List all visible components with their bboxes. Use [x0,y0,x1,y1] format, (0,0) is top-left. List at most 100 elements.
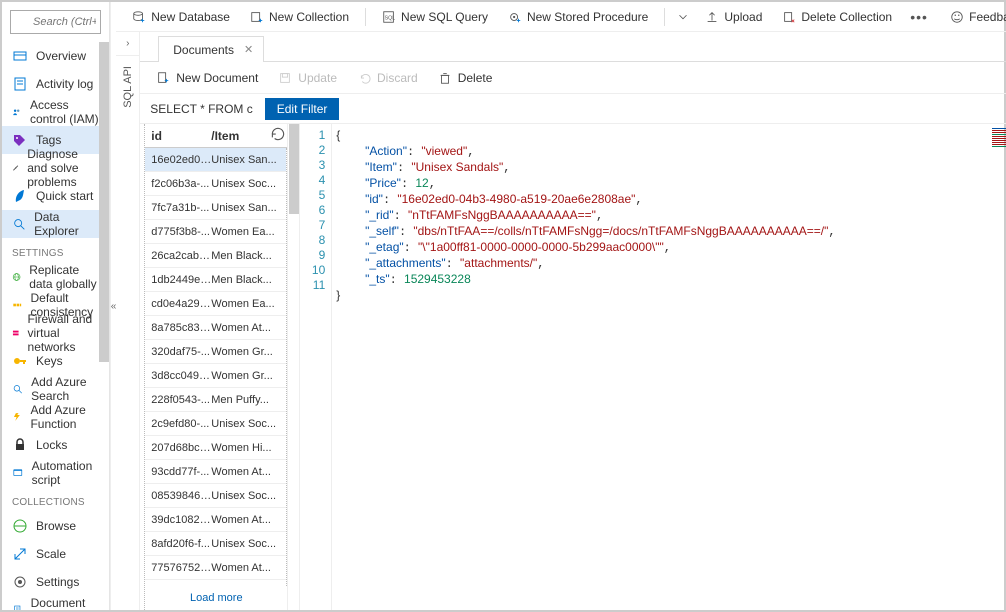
sidebar-item-settings[interactable]: Settings [2,568,109,596]
column-header-item[interactable]: /Item [211,129,269,143]
save-icon [278,71,292,85]
sql-icon: SQL [382,10,396,24]
document-row[interactable]: 8afd20f6-f...Unisex Soc... [145,532,286,556]
delete-document-button[interactable]: Delete [432,66,499,90]
code-area[interactable]: { "Action": "viewed", "Item": "Unisex Sa… [332,124,990,610]
collection-add-icon [250,10,264,24]
load-more-button[interactable]: Load more [145,586,287,610]
more-button[interactable]: ••• [904,5,934,29]
sidebar-item-scale[interactable]: Scale [2,540,109,568]
json-editor[interactable]: 1234567891011 { "Action": "viewed", "Ite… [300,124,1006,610]
feedback-button[interactable]: Feedback [942,5,1006,29]
document-row[interactable]: 228f0543-...Men Puffy... [145,388,286,412]
keys-icon [12,353,28,369]
tabs: Documents ✕ [140,32,1006,62]
sidebar-item-function[interactable]: Add Azure Function [2,403,109,431]
sidebar-item-label: Scale [36,547,66,561]
document-row[interactable]: 320daf75-...Women Gr... [145,340,286,364]
tags-icon [12,132,28,148]
divider [365,8,366,26]
locks-icon [12,437,28,453]
quickstart-icon [12,188,28,204]
sidebar-item-globe[interactable]: Replicate data globally [2,263,109,291]
document-row[interactable]: 1db2449e-...Men Black... [145,268,286,292]
update-button: Update [272,66,343,90]
overview-icon [12,48,28,64]
firewall-icon [12,325,20,341]
row-id: 8afd20f6-f... [145,538,211,550]
document-add-icon [156,71,170,85]
document-row[interactable]: f2c06b3a-...Unisex Soc... [145,172,286,196]
row-item: Unisex San... [211,202,283,214]
tree-expand-button[interactable]: › [116,32,139,56]
document-row[interactable]: 3d8cc049-...Women Gr... [145,364,286,388]
sidebar-item-dataexplorer[interactable]: Data Explorer [2,210,109,238]
row-item: Women At... [211,562,283,574]
sidebar-item-label: Activity log [36,77,93,91]
document-row[interactable]: d775f3b8-...Women Ea... [145,220,286,244]
document-row[interactable]: 2c9efd80-...Unisex Soc... [145,412,286,436]
document-row[interactable]: 26ca2cab-...Men Black... [145,244,286,268]
sidebar-item-label: Replicate data globally [29,263,99,291]
upload-button[interactable]: Upload [697,5,770,29]
document-row[interactable]: 39dc1082-...Women At... [145,508,286,532]
sidebar-item-label: Tags [36,133,61,147]
stored-proc-dropdown[interactable] [673,5,693,29]
column-header-id[interactable]: id [145,129,211,143]
search-wrap [2,2,109,42]
sidebar-item-locks[interactable]: Locks [2,431,109,459]
row-item: Men Black... [211,274,283,286]
sidebar-item-label: Access control (IAM) [30,98,99,126]
document-row[interactable]: 8a785c83-...Women At... [145,316,286,340]
tab-documents[interactable]: Documents ✕ [158,36,264,62]
smile-icon [950,10,964,24]
new-stored-procedure-button[interactable]: New Stored Procedure [500,5,656,29]
delete-collection-icon [782,10,796,24]
document-row[interactable]: 207d68bc-...Women Hi... [145,436,286,460]
row-item: Unisex Soc... [211,490,283,502]
doclist-scrollbar[interactable] [288,124,300,610]
sidebar-item-overview[interactable]: Overview [2,42,109,70]
row-item: Women At... [211,466,283,478]
tab-close-icon[interactable]: ✕ [244,43,253,56]
database-add-icon [132,10,146,24]
row-id: 320daf75-... [145,346,211,358]
sidebar-item-script[interactable]: Automation script [2,459,109,487]
scale-icon [12,546,28,562]
document-row[interactable]: 93cdd77f-...Women At... [145,460,286,484]
discard-button: Discard [351,66,424,90]
sidebar-item-label: Automation script [32,459,99,487]
document-row[interactable]: 08539846-...Unisex Soc... [145,484,286,508]
sidebar-item-browse[interactable]: Browse [2,512,109,540]
refresh-button[interactable] [269,125,287,146]
row-item: Women Ea... [211,298,283,310]
sidebar-item-docexp[interactable]: Document Explorer [2,596,109,610]
new-document-button[interactable]: New Document [150,66,264,90]
new-collection-button[interactable]: New Collection [242,5,357,29]
tree-rail: › SQL API [116,32,140,610]
row-item: Women Hi... [211,442,283,454]
sidebar-item-activity[interactable]: Activity log [2,70,109,98]
row-id: 26ca2cab-... [145,250,211,262]
delete-collection-button[interactable]: Delete Collection [774,5,900,29]
new-database-button[interactable]: New Database [124,5,238,29]
sidebar-item-firewall[interactable]: Firewall and virtual networks [2,319,109,347]
document-row[interactable]: cd0e4a29-...Women Ea... [145,292,286,316]
row-item: Men Puffy... [211,394,283,406]
edit-filter-button[interactable]: Edit Filter [265,98,340,120]
sidebar-scrollbar-thumb[interactable] [99,42,109,362]
document-row[interactable]: 16e02ed0-...Unisex San... [145,148,286,172]
sidebar-item-label: Add Azure Function [30,403,98,431]
doclist-scrollbar-thumb[interactable] [289,124,299,214]
sidebar-item-search2[interactable]: Add Azure Search [2,375,109,403]
new-sql-query-button[interactable]: SQLNew SQL Query [374,5,496,29]
document-row[interactable]: 7fc7a31b-...Unisex San... [145,196,286,220]
row-item: Women Gr... [211,370,283,382]
sidebar-item-iam[interactable]: Access control (IAM) [2,98,109,126]
tab-label: Documents [173,43,234,57]
row-item: Unisex Soc... [211,418,283,430]
document-row[interactable]: 77576752-...Women At... [145,556,286,580]
sidebar-item-diagnose[interactable]: Diagnose and solve problems [2,154,109,182]
search-input[interactable] [10,10,101,34]
dataexplorer-icon [12,216,26,232]
